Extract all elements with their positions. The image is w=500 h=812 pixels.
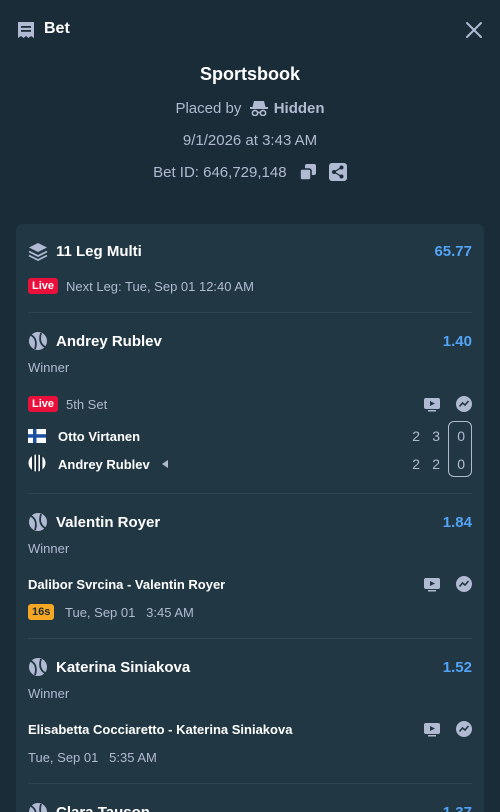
live-badge: Live <box>28 278 59 294</box>
leg-market: Winner <box>28 541 70 556</box>
neutral-flag-icon <box>28 454 46 472</box>
multi-odds: 65.77 <box>434 243 472 260</box>
leg-actions <box>412 721 472 742</box>
leg-odds: 1.52 <box>442 659 472 676</box>
bet-date: 9/1/2026 at 3:43 AM <box>182 132 318 149</box>
next-leg: Next Leg: Tue, Sep 01 12:40 AM <box>66 279 254 294</box>
placed-by: Placed by Hidden <box>0 100 500 117</box>
tv-icon[interactable] <box>423 576 440 597</box>
event-time: Tue, Sep 01 3:45 AM <box>65 605 194 620</box>
player-name: Andrey Rublev <box>58 457 150 472</box>
leg-odds: 1.84 <box>442 514 472 531</box>
tv-icon[interactable] <box>423 396 440 417</box>
leg-actions <box>412 576 472 597</box>
set-score: 2 <box>412 456 420 472</box>
leg-status: Live 5th Set <box>28 396 472 414</box>
event-time-row: 16s Tue, Sep 01 3:45 AM <box>28 604 472 622</box>
sportsbook-title: Sportsbook <box>199 64 300 84</box>
serving-indicator-icon <box>162 460 168 468</box>
event-name: Dalibor Svrcina - Valentin Royer <box>28 577 226 592</box>
leg-header[interactable]: Andrey Rublev 1.40 <box>28 331 472 351</box>
leg-market: Winner <box>28 686 70 701</box>
event-row: Dalibor Svrcina - Valentin Royer <box>28 576 472 594</box>
divider <box>28 638 472 639</box>
multi-status: Live Next Leg: Tue, Sep 01 12:40 AM <box>28 278 472 296</box>
tennis-ball-icon <box>29 332 47 350</box>
leg-selection: Valentin Royer <box>56 514 161 531</box>
leg-header[interactable]: Katerina Siniakova 1.52 <box>28 657 472 677</box>
event-time: Tue, Sep 01 5:35 AM <box>28 750 157 765</box>
stats-icon[interactable] <box>456 396 472 417</box>
receipt-icon <box>18 22 34 38</box>
stats-icon[interactable] <box>456 576 472 597</box>
leg-selection: Clara Tauson <box>56 804 150 812</box>
leg-odds: 1.40 <box>442 333 472 350</box>
leg-selection: Andrey Rublev <box>56 333 162 350</box>
leg-selection: Katerina Siniakova <box>56 659 191 676</box>
event-name: Elisabetta Cocciaretto - Katerina Siniak… <box>28 722 293 737</box>
layers-icon <box>28 243 48 262</box>
multi-label: 11 Leg Multi <box>56 243 142 260</box>
player-row: Andrey Rublev 2 2 0 <box>28 454 472 474</box>
player-row: Otto Virtanen 2 3 0 <box>28 426 472 446</box>
divider <box>28 783 472 784</box>
set-score: 2 <box>412 428 420 444</box>
leg-actions <box>412 396 472 417</box>
leg-header[interactable]: Valentin Royer 1.84 <box>28 512 472 532</box>
bet-id: Bet ID: 646,729,148 <box>153 164 287 181</box>
leg-market: Winner <box>28 360 70 375</box>
leg-header[interactable]: Clara Tauson 1.37 <box>28 802 472 812</box>
tennis-ball-icon <box>29 658 47 676</box>
incognito-icon <box>249 101 268 117</box>
finland-flag-icon <box>28 429 46 443</box>
copy-icon[interactable] <box>298 163 317 185</box>
event-row: Elisabetta Cocciaretto - Katerina Siniak… <box>28 721 472 739</box>
placed-by-name: Hidden <box>273 100 325 117</box>
current-game-box <box>448 421 472 477</box>
bet-header: Bet <box>0 0 500 60</box>
leg-odds: 1.37 <box>443 804 472 812</box>
tv-icon[interactable] <box>423 721 440 742</box>
multi-header: 11 Leg Multi 65.77 <box>28 242 472 262</box>
player-name: Otto Virtanen <box>58 429 141 444</box>
countdown-badge: 16s <box>28 604 55 620</box>
tennis-ball-icon <box>29 513 47 531</box>
bet-id-line: Bet ID: 646,729,148 <box>0 163 500 185</box>
page-title: Bet <box>44 20 70 37</box>
set-status: 5th Set <box>66 397 108 412</box>
placed-by-label: Placed by <box>175 100 242 117</box>
divider <box>28 312 472 313</box>
tennis-ball-icon <box>29 803 47 812</box>
stats-icon[interactable] <box>456 721 472 742</box>
bet-card: 11 Leg Multi 65.77 Live Next Leg: Tue, S… <box>16 224 484 812</box>
close-icon[interactable] <box>464 20 484 40</box>
share-icon[interactable] <box>328 163 347 185</box>
set-score: 3 <box>432 428 440 444</box>
set-score: 2 <box>432 456 440 472</box>
live-badge: Live <box>28 396 59 412</box>
divider <box>28 493 472 494</box>
